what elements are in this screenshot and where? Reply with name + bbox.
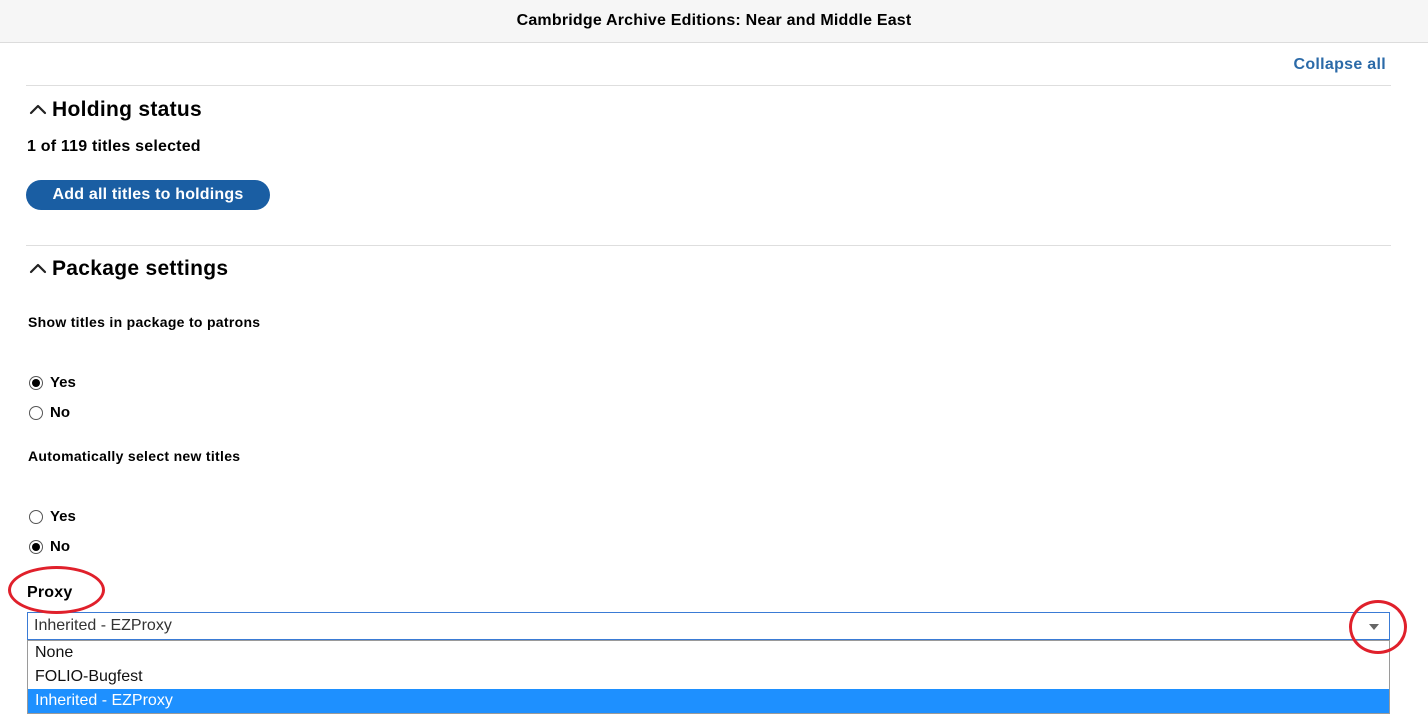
- package-title: Cambridge Archive Editions: Near and Mid…: [516, 12, 912, 29]
- add-all-titles-button[interactable]: Add all titles to holdings: [26, 180, 270, 210]
- show-titles-no-radio[interactable]: No: [29, 404, 70, 421]
- auto-select-no-radio[interactable]: No: [29, 538, 70, 555]
- proxy-option-inherited-ezproxy[interactable]: Inherited - EZProxy: [28, 689, 1389, 713]
- divider: [26, 245, 1391, 246]
- proxy-option-none[interactable]: None: [28, 641, 1389, 665]
- proxy-options-list: None FOLIO-Bugfest Inherited - EZProxy: [27, 640, 1390, 714]
- proxy-select[interactable]: Inherited - EZProxy: [27, 612, 1390, 640]
- radio-checked-icon[interactable]: [29, 539, 43, 554]
- annotation-circle-proxy-label: [8, 566, 105, 614]
- proxy-option-folio-bugfest[interactable]: FOLIO-Bugfest: [28, 665, 1389, 689]
- holding-status-header[interactable]: Holding status: [28, 98, 202, 122]
- radio-checked-icon[interactable]: [29, 375, 43, 390]
- holding-status-title: Holding status: [52, 98, 203, 121]
- show-titles-yes-radio[interactable]: Yes: [29, 374, 76, 391]
- package-settings-title: Package settings: [52, 257, 229, 280]
- radio-label: No: [50, 404, 70, 421]
- collapse-all-button[interactable]: Collapse all: [1293, 56, 1386, 74]
- annotation-circle-dropdown-arrow: [1349, 600, 1407, 654]
- chevron-up-icon: [29, 104, 47, 115]
- divider: [26, 85, 1391, 86]
- radio-label: No: [50, 538, 70, 555]
- radio-unchecked-icon[interactable]: [29, 405, 43, 420]
- radio-label: Yes: [50, 508, 76, 525]
- auto-select-yes-radio[interactable]: Yes: [29, 508, 76, 525]
- chevron-up-icon: [29, 263, 47, 274]
- auto-select-label: Automatically select new titles: [28, 448, 241, 464]
- radio-label: Yes: [50, 374, 76, 391]
- proxy-selected-value: Inherited - EZProxy: [34, 617, 172, 634]
- show-titles-label: Show titles in package to patrons: [28, 314, 261, 330]
- pane-header: Cambridge Archive Editions: Near and Mid…: [0, 0, 1428, 43]
- radio-unchecked-icon[interactable]: [29, 509, 43, 524]
- package-settings-header[interactable]: Package settings: [28, 257, 228, 281]
- titles-selected-count: 1 of 119 titles selected: [27, 138, 201, 155]
